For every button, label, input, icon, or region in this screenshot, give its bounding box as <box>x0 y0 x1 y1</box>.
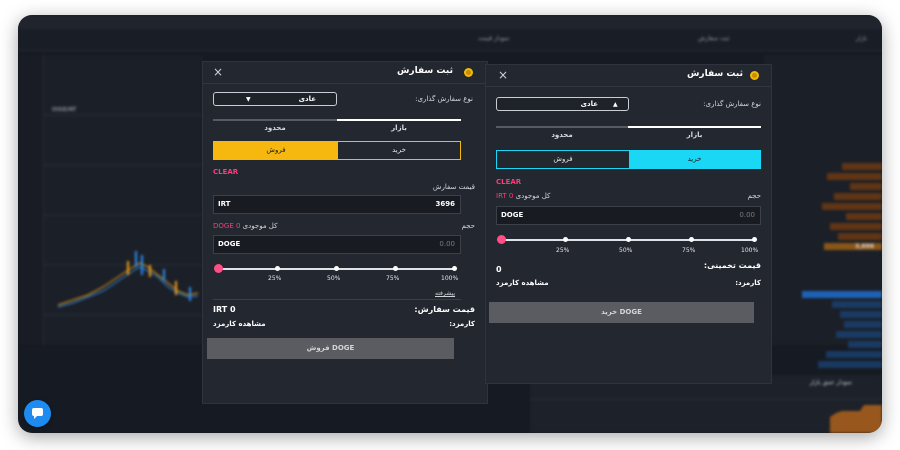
sell-order-dialog: × ثبت سفارش نوع سفارش گذاری: ▼ عادی محدو… <box>202 61 488 404</box>
last-price: 3,696 <box>855 243 874 250</box>
price-chart-panel[interactable]: DOGE/IRT <box>18 55 203 345</box>
balance-row: IRT 0 کل موجودی <box>496 192 550 200</box>
tab-market[interactable]: بازار <box>628 131 761 139</box>
fee-label: کارمزد: <box>449 320 475 328</box>
slider-tick-75[interactable]: 75% <box>386 275 399 282</box>
top-menu-bar <box>18 15 882 29</box>
chat-bubble-icon <box>32 408 43 419</box>
buy-side-button[interactable]: خرید <box>629 151 760 168</box>
slider-tick-25[interactable]: 25% <box>268 275 281 282</box>
tab-limit[interactable]: محدود <box>496 131 628 139</box>
slider-tick-50[interactable]: 50% <box>327 275 340 282</box>
clear-button[interactable]: CLEAR <box>496 178 521 186</box>
bg-tab-order[interactable]: ثبت سفارش <box>698 35 729 42</box>
order-type-value: عادی <box>580 100 598 108</box>
order-price-value: IRT 0 <box>213 305 236 314</box>
advanced-link[interactable]: پیشرفته <box>435 290 455 297</box>
price-value: 3696 <box>435 200 455 208</box>
order-type-select[interactable]: ▲ عادی <box>496 97 629 111</box>
volume-label: حجم <box>461 222 475 230</box>
order-price-label: قیمت سفارش: <box>414 305 475 314</box>
dialog-header: × ثبت سفارش <box>486 65 771 87</box>
app-window: نمودار قیمت ثبت سفارش بازار DOGE/IRT 3,6… <box>18 15 882 433</box>
close-icon[interactable]: × <box>498 67 508 83</box>
slider-tick-75[interactable]: 75% <box>682 247 695 254</box>
market-header-bar: نمودار قیمت ثبت سفارش بازار <box>18 29 882 51</box>
volume-placeholder: 0.00 <box>439 240 455 248</box>
balance-value: DOGE 0 <box>213 222 241 230</box>
side-toggle: فروش خرید <box>496 150 761 169</box>
slider-tick-100[interactable]: 100% <box>741 247 758 254</box>
volume-input[interactable]: DOGE 0.00 <box>496 206 761 225</box>
sell-side-button[interactable]: فروش <box>214 142 338 159</box>
buy-order-dialog: × ثبت سفارش نوع سفارش گذاری: ▲ عادی محدو… <box>485 64 772 384</box>
buy-side-button[interactable]: خرید <box>338 142 460 159</box>
chevron-up-icon: ▲ <box>613 101 618 108</box>
fee-link[interactable]: مشاهده کارمزد <box>213 320 266 328</box>
balance-label: کل موجودی <box>242 222 278 230</box>
volume-unit: DOGE <box>218 240 241 248</box>
sell-submit-button[interactable]: فروش DOGE <box>207 338 454 359</box>
volume-placeholder: 0.00 <box>739 211 755 219</box>
support-chat-button[interactable] <box>24 400 51 427</box>
estimated-price-label: قیمت تخمینی: <box>703 261 761 270</box>
dialog-title: ثبت سفارش <box>396 66 453 76</box>
tab-market[interactable]: بازار <box>337 124 461 132</box>
volume-input[interactable]: DOGE 0.00 <box>213 235 461 254</box>
close-icon[interactable]: × <box>213 64 223 80</box>
clear-button[interactable]: CLEAR <box>213 168 238 176</box>
order-type-label: نوع سفارش گذاری: <box>415 95 473 103</box>
slider-handle[interactable] <box>214 264 223 273</box>
bg-tab-price-chart[interactable]: نمودار قیمت <box>478 35 509 42</box>
balance-value: IRT 0 <box>496 192 514 200</box>
fee-label: کارمزد: <box>735 279 761 287</box>
estimated-price-value: 0 <box>496 265 502 274</box>
sell-side-button[interactable]: فروش <box>497 151 629 168</box>
doge-coin-icon <box>464 68 473 77</box>
price-unit: IRT <box>218 200 231 208</box>
bg-tab-market[interactable]: بازار <box>856 35 867 42</box>
chevron-down-icon: ▼ <box>246 96 251 103</box>
candlestick-chart <box>44 114 203 316</box>
slider-handle[interactable] <box>497 235 506 244</box>
fee-link[interactable]: مشاهده کارمزد <box>496 279 549 287</box>
balance-row: DOGE 0 کل موجودی <box>213 222 277 230</box>
dialog-header: × ثبت سفارش <box>203 62 487 84</box>
volume-unit: DOGE <box>501 211 524 219</box>
volume-label: حجم <box>747 192 761 200</box>
slider-tick-100[interactable]: 100% <box>441 275 458 282</box>
price-label: قیمت سفارش <box>432 183 475 191</box>
doge-coin-icon <box>750 71 759 80</box>
order-book-panel: 3,696 <box>764 55 882 368</box>
order-type-value: عادی <box>298 95 316 103</box>
order-type-select[interactable]: ▼ عادی <box>213 92 337 106</box>
dialog-title: ثبت سفارش <box>686 69 743 79</box>
slider-tick-25[interactable]: 25% <box>556 247 569 254</box>
price-input[interactable]: IRT 3696 <box>213 195 461 214</box>
order-type-label: نوع سفارش گذاری: <box>703 100 761 108</box>
side-toggle: فروش خرید <box>213 141 461 160</box>
balance-label: کل موجودی <box>515 192 551 200</box>
tab-limit[interactable]: محدود <box>213 124 337 132</box>
buy-submit-button[interactable]: خرید DOGE <box>489 302 754 323</box>
slider-tick-50[interactable]: 50% <box>619 247 632 254</box>
